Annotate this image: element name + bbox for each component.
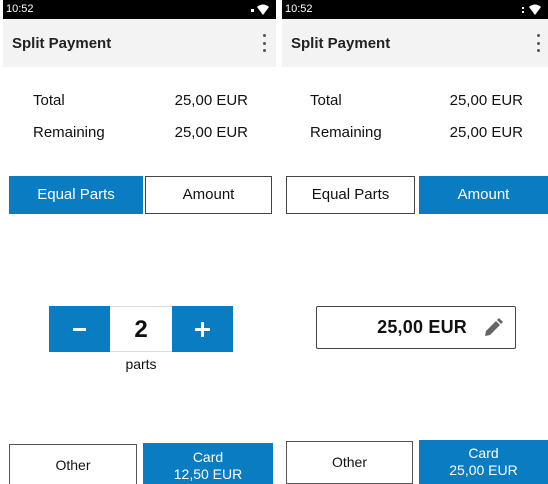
decrement-button[interactable] bbox=[49, 306, 110, 352]
signal-icon bbox=[522, 6, 524, 13]
other-button[interactable]: Other bbox=[9, 444, 137, 484]
card-button[interactable]: Card 25,00 EUR bbox=[419, 440, 548, 484]
card-button-amount: 25,00 EUR bbox=[449, 462, 518, 478]
tab-amount[interactable]: Amount bbox=[145, 176, 272, 214]
remaining-label: Remaining bbox=[33, 124, 105, 141]
remaining-value: 25,00 EUR bbox=[449, 124, 523, 141]
increment-button[interactable] bbox=[172, 306, 233, 352]
app-bar: Split Payment bbox=[282, 19, 548, 67]
total-value: 25,00 EUR bbox=[174, 92, 248, 109]
remaining-value: 25,00 EUR bbox=[174, 124, 248, 141]
amount-value: 25,00 EUR bbox=[377, 317, 467, 337]
wifi-icon bbox=[529, 4, 541, 15]
remaining-label: Remaining bbox=[310, 124, 382, 141]
parts-stepper: 2 bbox=[49, 306, 233, 352]
signal-icon bbox=[251, 8, 254, 12]
remaining-row: Remaining 25,00 EUR bbox=[3, 124, 276, 144]
wifi-icon bbox=[257, 4, 269, 15]
other-button[interactable]: Other bbox=[286, 441, 413, 484]
status-icons bbox=[250, 3, 269, 16]
minus-icon bbox=[73, 328, 86, 331]
remaining-row: Remaining 25,00 EUR bbox=[282, 124, 548, 144]
status-time: 10:52 bbox=[6, 3, 34, 15]
split-payment-screen-amount: 10:52 Split Payment Total 25,00 EUR Rema… bbox=[282, 0, 548, 484]
tab-equal-parts[interactable]: Equal Parts bbox=[9, 176, 143, 214]
split-payment-screen-equal-parts: 10:52 Split Payment Total 25,00 EUR Rema… bbox=[3, 0, 276, 484]
page-title: Split Payment bbox=[291, 35, 391, 52]
status-bar: 10:52 bbox=[282, 0, 548, 19]
total-label: Total bbox=[33, 92, 65, 109]
status-icons bbox=[522, 3, 541, 16]
pencil-icon[interactable] bbox=[483, 318, 503, 338]
total-row: Total 25,00 EUR bbox=[282, 92, 548, 112]
page-title: Split Payment bbox=[12, 35, 112, 52]
status-bar: 10:52 bbox=[3, 0, 276, 19]
card-button[interactable]: Card 12,50 EUR bbox=[143, 443, 273, 484]
parts-count: 2 bbox=[110, 306, 172, 352]
total-row: Total 25,00 EUR bbox=[3, 92, 276, 112]
tab-amount[interactable]: Amount bbox=[419, 176, 548, 214]
parts-label: parts bbox=[125, 356, 157, 372]
status-time: 10:52 bbox=[285, 3, 313, 15]
more-vert-icon[interactable] bbox=[535, 34, 541, 52]
card-button-label: Card bbox=[468, 445, 499, 461]
card-button-amount: 12,50 EUR bbox=[173, 466, 243, 482]
card-button-label: Card bbox=[192, 449, 224, 465]
amount-input[interactable]: 25,00 EUR bbox=[316, 306, 516, 349]
total-label: Total bbox=[310, 92, 342, 109]
more-vert-icon[interactable] bbox=[261, 34, 267, 52]
tab-equal-parts[interactable]: Equal Parts bbox=[286, 176, 415, 214]
total-value: 25,00 EUR bbox=[449, 92, 523, 109]
app-bar: Split Payment bbox=[3, 19, 276, 67]
